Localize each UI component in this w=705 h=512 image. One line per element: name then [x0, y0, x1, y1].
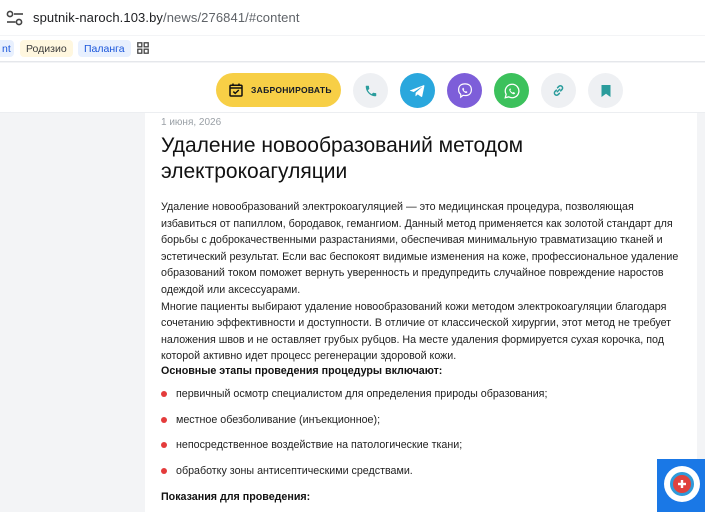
- bookmark-icon: [601, 84, 610, 97]
- bookmark-palanga[interactable]: Паланга: [78, 40, 131, 57]
- site-settings-icon[interactable]: [4, 9, 26, 27]
- phone-icon: [365, 85, 376, 96]
- bookmark-rodizio[interactable]: Родизио: [20, 40, 73, 57]
- article-paragraph: Удаление новообразований электрокоагуляц…: [161, 201, 679, 296]
- telegram-button[interactable]: [400, 73, 435, 108]
- whatsapp-button[interactable]: [494, 73, 529, 108]
- whatsapp-icon: [503, 83, 520, 99]
- bullet-dot: [161, 442, 167, 448]
- medical-cross-icon: [670, 472, 694, 496]
- article-title: Удаление новообразований методом электро…: [161, 134, 524, 183]
- url-path: /news/276841/#content: [163, 10, 300, 25]
- apps-grid-icon[interactable]: [137, 42, 149, 54]
- bookmarks-bar: nt Родизио Паланга: [0, 36, 705, 62]
- url-host: sputnik-naroch.103.by: [33, 10, 164, 25]
- link-icon: [553, 85, 564, 96]
- list-item: первичный осмотр специалистом для опреде…: [161, 386, 681, 412]
- url-text[interactable]: sputnik-naroch.103.by/news/276841/#conte…: [33, 10, 300, 25]
- steps-heading: Основные этапы проведения процедуры вклю…: [161, 365, 443, 377]
- book-button[interactable]: ЗАБРОНИРОВАТЬ: [216, 73, 341, 107]
- steps-list: первичный осмотр специалистом для опреде…: [161, 386, 681, 488]
- article-date: 1 июня, 2026: [161, 117, 222, 128]
- article-paragraph: Многие пациенты выбирают удаление новооб…: [161, 300, 672, 363]
- bullet-dot: [161, 416, 167, 423]
- article-body: Удаление новообразований электрокоагуляц…: [161, 199, 691, 365]
- list-item: местное обезболивание (инъекционное);: [161, 412, 681, 438]
- list-item: обработку зоны антисептическими средства…: [161, 463, 681, 489]
- site-action-header: ЗАБРОНИРОВАТЬ: [0, 63, 705, 113]
- viber-icon: [457, 82, 472, 98]
- telegram-icon: [409, 85, 425, 97]
- viber-button[interactable]: [447, 73, 482, 108]
- calendar-check-icon: [229, 83, 243, 97]
- list-item: непосредственное воздействие на патологи…: [161, 437, 681, 463]
- copy-link-button[interactable]: [541, 73, 576, 108]
- help-widget-button[interactable]: [664, 466, 700, 502]
- bullet-dot: [161, 467, 167, 474]
- bullet-dot: [161, 391, 167, 397]
- bookmark-1[interactable]: nt: [0, 40, 14, 57]
- bookmark-button[interactable]: [588, 73, 623, 108]
- indications-heading: Показания для проведения:: [161, 491, 311, 503]
- book-button-label: ЗАБРОНИРОВАТЬ: [251, 85, 332, 95]
- article: 1 июня, 2026 Удаление новообразований ме…: [145, 113, 697, 512]
- phone-button[interactable]: [353, 73, 388, 108]
- browser-address-bar[interactable]: sputnik-naroch.103.by/news/276841/#conte…: [0, 0, 705, 35]
